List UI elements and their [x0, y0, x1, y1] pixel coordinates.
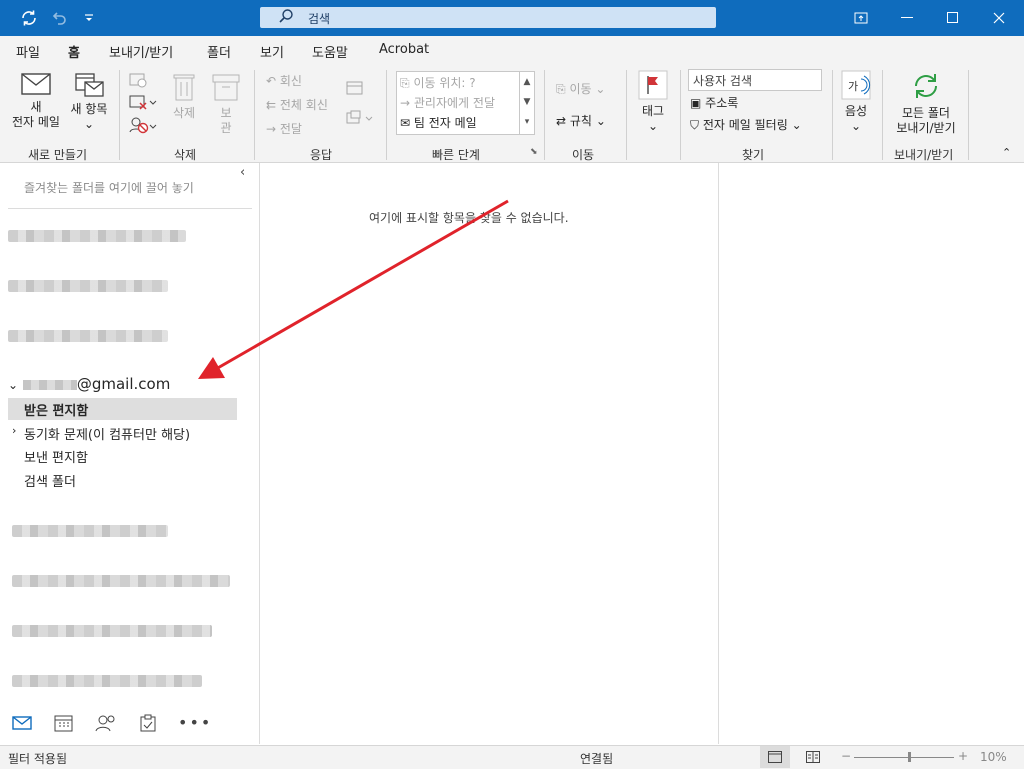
- normal-view-button[interactable]: [760, 746, 790, 768]
- normal-view-icon: [768, 751, 782, 763]
- status-connection: 연결됨: [580, 752, 614, 766]
- reading-view-button[interactable]: [806, 751, 820, 766]
- zoom-level: 10%: [980, 750, 1007, 764]
- zoom-in-icon[interactable]: +: [958, 749, 968, 763]
- status-filter: 필터 적용됨: [8, 752, 68, 766]
- zoom-out-icon[interactable]: −: [841, 749, 851, 763]
- annotation-arrow: [198, 199, 509, 379]
- zoom-slider-thumb[interactable]: [908, 752, 911, 762]
- zoom-slider[interactable]: [854, 757, 954, 758]
- reading-view-icon: [806, 751, 820, 763]
- status-bar: 필터 적용됨 연결됨 − + 10%: [0, 745, 1024, 769]
